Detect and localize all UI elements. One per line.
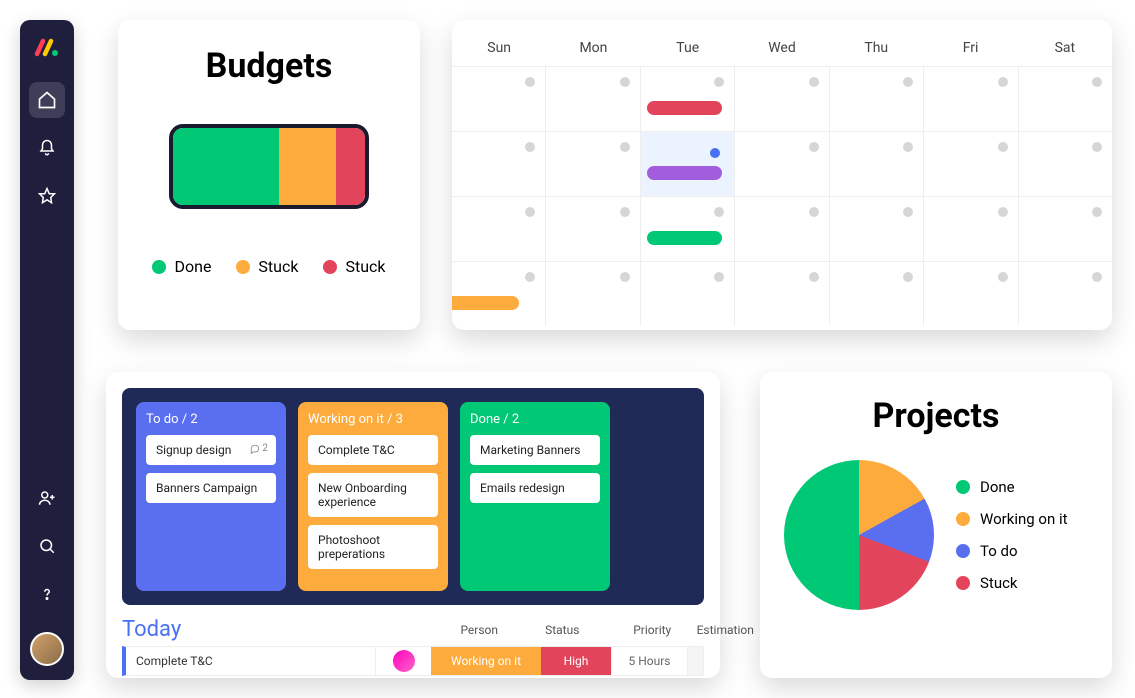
kanban-column-done[interactable]: Done / 2 Marketing Banners Emails redesi… [460, 402, 610, 591]
kanban-column-working[interactable]: Working on it / 3 Complete T&C New Onboa… [298, 402, 448, 591]
today-row-name[interactable]: Complete T&C [126, 647, 375, 675]
legend-item: Done [152, 257, 211, 276]
projects-widget: Projects Done Working on it To do Stuck [760, 372, 1112, 678]
legend-item: To do [956, 542, 1068, 560]
calendar-grid[interactable] [452, 66, 1112, 326]
kanban-task[interactable]: Photoshoot preperations [308, 525, 438, 569]
legend-item: Stuck [956, 574, 1068, 592]
calendar-day-label: Thu [829, 32, 923, 66]
today-title: Today [122, 617, 181, 642]
kanban-task[interactable]: Emails redesign [470, 473, 600, 503]
budgets-battery-chart [169, 124, 369, 209]
dot-icon [956, 480, 970, 494]
legend-item: Stuck [236, 257, 298, 276]
today-section: Today Person Status Priority Estimation … [122, 617, 704, 676]
dot-icon [956, 512, 970, 526]
star-icon[interactable] [29, 178, 65, 214]
calendar-event-bar[interactable] [647, 101, 722, 115]
bell-icon[interactable] [29, 130, 65, 166]
projects-title: Projects [784, 396, 1088, 436]
calendar-day-label: Fri [923, 32, 1017, 66]
kanban-task[interactable]: New Onboarding experience [308, 473, 438, 517]
dot-icon [956, 544, 970, 558]
today-row-person[interactable] [375, 647, 431, 675]
projects-pie-chart [784, 460, 934, 610]
legend-item: Stuck [323, 257, 385, 276]
dot-icon [236, 260, 250, 274]
today-row-priority[interactable]: High [541, 647, 611, 675]
app-sidebar [20, 20, 74, 680]
search-icon[interactable] [29, 528, 65, 564]
dot-icon [956, 576, 970, 590]
today-row[interactable]: Complete T&C Working on it High 5 Hours [122, 646, 704, 676]
kanban-task[interactable]: Complete T&C [308, 435, 438, 465]
calendar-day-label: Sat [1018, 32, 1112, 66]
avatar [393, 650, 415, 672]
dot-icon [152, 260, 166, 274]
budgets-segment-done [173, 128, 279, 205]
dot-icon [323, 260, 337, 274]
kanban-task[interactable]: Signup design 2 [146, 435, 276, 465]
kanban-column-title: To do / 2 [146, 412, 276, 427]
budgets-title: Budgets [140, 46, 398, 86]
budgets-segment-stuck-2 [336, 128, 365, 205]
kanban-task[interactable]: Marketing Banners [470, 435, 600, 465]
calendar-event-bar[interactable] [647, 231, 722, 245]
home-icon[interactable] [29, 82, 65, 118]
calendar-day-label: Wed [735, 32, 829, 66]
comment-icon[interactable]: 2 [250, 443, 268, 454]
kanban-board: To do / 2 Signup design 2 Banners Campai… [122, 388, 704, 605]
calendar-event-bar[interactable] [452, 296, 519, 310]
kanban-column-todo[interactable]: To do / 2 Signup design 2 Banners Campai… [136, 402, 286, 591]
budgets-legend: Done Stuck Stuck [140, 257, 398, 276]
today-row-status[interactable]: Working on it [431, 647, 541, 675]
calendar-widget: Sun Mon Tue Wed Thu Fri Sat [452, 20, 1112, 330]
board-widget: To do / 2 Signup design 2 Banners Campai… [106, 372, 720, 678]
kanban-task[interactable]: Banners Campaign [146, 473, 276, 503]
add-user-icon[interactable] [29, 480, 65, 516]
today-headers: Person Status Priority Estimation [181, 623, 783, 642]
kanban-column-title: Done / 2 [470, 412, 600, 427]
projects-legend: Done Working on it To do Stuck [956, 478, 1068, 592]
avatar[interactable] [30, 632, 64, 666]
calendar-day-label: Tue [641, 32, 735, 66]
legend-item: Done [956, 478, 1068, 496]
logo-icon[interactable] [34, 34, 60, 64]
calendar-header: Sun Mon Tue Wed Thu Fri Sat [452, 32, 1112, 66]
legend-item: Working on it [956, 510, 1068, 528]
calendar-day-label: Sun [452, 32, 546, 66]
kanban-column-title: Working on it / 3 [308, 412, 438, 427]
help-icon[interactable] [29, 576, 65, 612]
today-row-estimation[interactable]: 5 Hours [611, 647, 687, 675]
calendar-day-label: Mon [546, 32, 640, 66]
budgets-widget: Budgets Done Stuck Stuck [118, 20, 420, 330]
calendar-event-bar[interactable] [647, 166, 722, 180]
budgets-segment-stuck-1 [279, 128, 337, 205]
